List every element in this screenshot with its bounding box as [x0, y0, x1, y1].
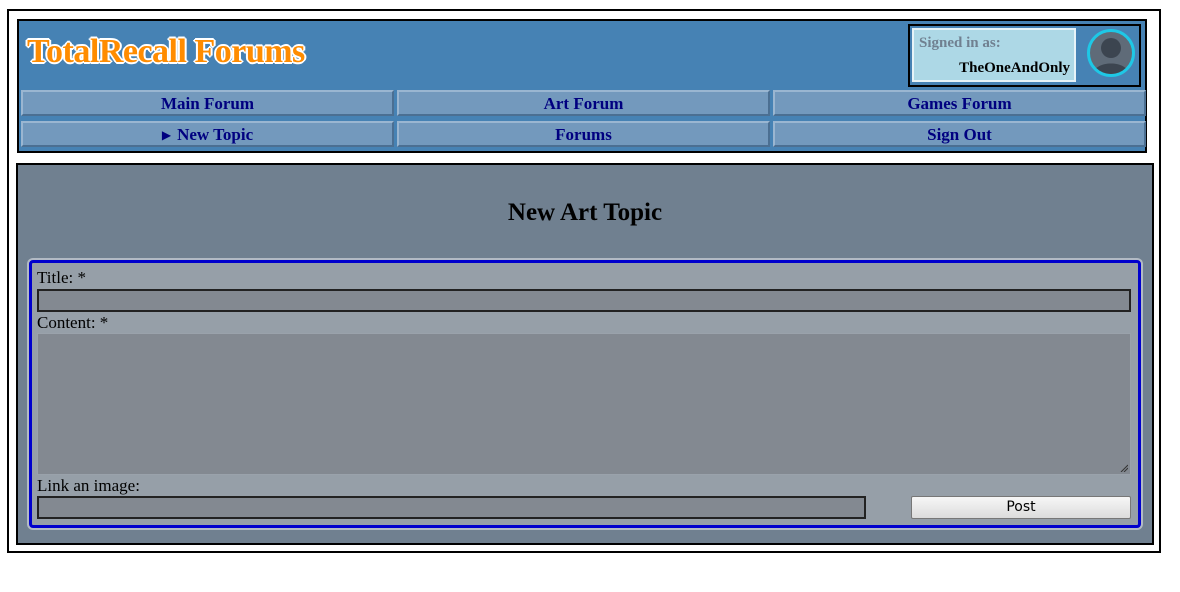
triangle-right-icon: ▶ [161, 128, 172, 142]
nav-art-forum[interactable]: Art Forum [397, 90, 770, 116]
username[interactable]: TheOneAndOnly [959, 60, 1070, 77]
resize-grip-icon[interactable] [1120, 464, 1128, 472]
title-input[interactable] [37, 289, 1131, 312]
nav-sign-out[interactable]: Sign Out [773, 121, 1146, 147]
nav-label: Main Forum [160, 94, 255, 113]
user-card: Signed in as: TheOneAndOnly [912, 28, 1076, 82]
content-label: Content: * [37, 313, 109, 332]
site-header: TotalRecall Forums Signed in as: TheOneA… [17, 19, 1147, 153]
nav-label: New Topic [177, 125, 254, 144]
signed-in-label: Signed in as: [919, 35, 1001, 51]
user-silhouette-icon [1093, 38, 1129, 74]
nav-label: Forums [555, 125, 612, 144]
page-frame: TotalRecall Forums Signed in as: TheOneA… [7, 9, 1161, 553]
avatar[interactable] [1087, 29, 1135, 77]
site-logo[interactable]: TotalRecall Forums [27, 33, 305, 71]
nav-label: Art Forum [543, 94, 624, 113]
nav-label: Games Forum [907, 94, 1012, 113]
nav-forums[interactable]: Forums [397, 121, 770, 147]
image-link-input[interactable] [37, 496, 866, 519]
page-title: New Art Topic [507, 199, 663, 226]
new-topic-form: Title: * Content: * Link an image: Post [29, 260, 1141, 528]
nav-games-forum[interactable]: Games Forum [773, 90, 1146, 116]
post-button[interactable]: Post [911, 496, 1131, 519]
main-content: New Art Topic Title: * Content: * Link a… [16, 163, 1154, 545]
user-panel: Signed in as: TheOneAndOnly [908, 24, 1141, 87]
image-link-label: Link an image: [37, 476, 140, 495]
nav-label: Sign Out [927, 125, 992, 144]
title-label: Title: * [37, 268, 86, 287]
content-textarea[interactable] [37, 333, 1131, 475]
nav-main-forum[interactable]: Main Forum [21, 90, 394, 116]
nav-new-topic[interactable]: ▶ New Topic [21, 121, 394, 147]
